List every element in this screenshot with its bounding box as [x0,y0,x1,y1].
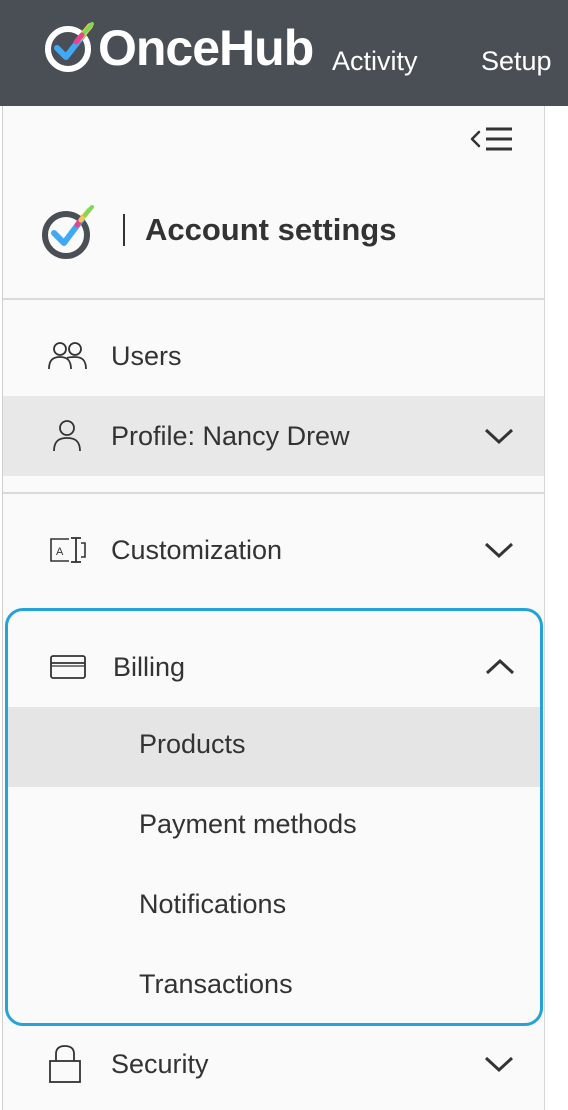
header-divider [123,214,125,246]
chevron-down-icon [484,1056,514,1073]
sidebar-item-label: Security [111,1048,209,1079]
nav-activity-link[interactable]: Activity [332,46,418,77]
submenu-item-transactions[interactable]: Transactions [8,947,540,1023]
nav-setup-link[interactable]: Setup [481,46,552,77]
account-settings-header: Account settings [3,196,544,296]
sidebar-item-users[interactable]: Users [3,316,544,396]
lock-icon [49,1045,81,1083]
svg-text:A: A [56,546,64,558]
sidebar-item-label: Billing [113,651,186,682]
sidebar-item-profile[interactable]: Profile: Nancy Drew [3,396,544,476]
page-title: Account settings [145,212,397,247]
brand-name: OnceHub [98,20,314,76]
account-settings-sidebar: Account settings Users Profile: Nancy Dr… [2,106,545,1110]
chevron-up-icon [485,658,515,675]
sidebar-item-label: Profile: Nancy Drew [111,420,350,451]
top-navigation-bar: OnceHub Activity Setup [0,0,568,106]
sidebar-item-label: Customization [111,534,283,565]
submenu-item-label: Transactions [139,969,293,999]
submenu-item-products[interactable]: Products [8,707,540,787]
chevron-down-icon [484,542,514,559]
sidebar-item-billing[interactable]: Billing [8,627,540,707]
brand-logo[interactable]: OnceHub [40,18,314,78]
users-icon [48,342,87,370]
submenu-item-payment-methods[interactable]: Payment methods [8,787,540,867]
user-icon [53,420,81,452]
collapse-menu-icon [470,127,512,151]
customization-icon: A [50,537,86,563]
oncehub-logo-icon [45,22,94,72]
chevron-down-icon [484,428,514,445]
submenu-item-notifications[interactable]: Notifications [8,867,540,947]
credit-card-icon [50,655,86,679]
divider [3,492,544,494]
submenu-item-label: Payment methods [139,809,357,839]
submenu-item-label: Notifications [139,889,287,919]
sidebar-item-security[interactable]: Security [3,1024,544,1104]
sidebar-item-customization[interactable]: A Customization [3,510,544,590]
oncehub-logo-icon [42,205,94,259]
sidebar-item-label: Users [111,340,182,371]
divider [3,298,544,300]
billing-section: Billing Products Payment methods Notific… [5,608,543,1026]
submenu-item-label: Products [139,729,246,759]
collapse-menu-button[interactable] [470,123,516,155]
